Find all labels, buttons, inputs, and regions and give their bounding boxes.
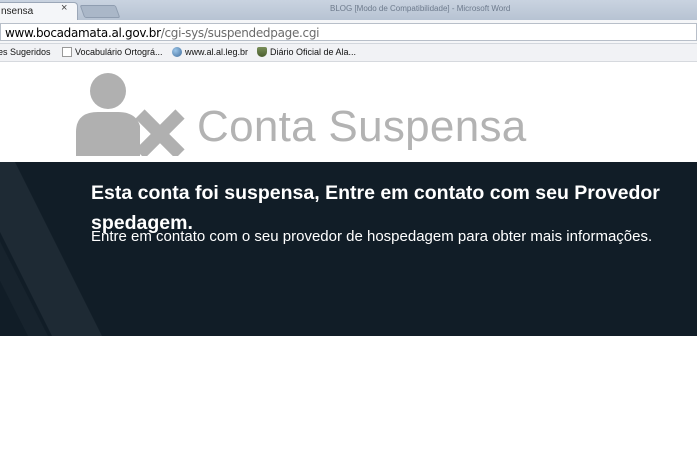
window-title: BLOG [Modo de Compatibilidade] - Microso… [330, 4, 511, 13]
bookmark-label: www.al.al.leg.br [185, 47, 249, 57]
bookmark-diario-oficial[interactable]: Diário Oficial de Ala... [257, 47, 356, 57]
tab-close-icon[interactable]: × [61, 2, 67, 14]
bookmarks-bar: es Sugeridos Vocabulário Ortográ... www.… [0, 44, 697, 62]
tab-strip: nsensa × BLOG [Modo de Compatibilidade] … [0, 0, 697, 20]
bookmark-suggested-sites[interactable]: es Sugeridos [0, 47, 51, 57]
address-bar: www.bocadamata.al.gov.br/cgi-sys/suspend… [0, 20, 697, 44]
page-icon [62, 47, 72, 57]
bookmark-vocabulario[interactable]: Vocabulário Ortográ... [62, 47, 163, 57]
globe-icon [172, 47, 182, 57]
user-suspended-icon [76, 73, 185, 156]
heading-line-1: Esta conta foi suspensa, Entre em contat… [91, 182, 660, 204]
suspension-banner: Esta conta foi suspensa, Entre em contat… [0, 162, 697, 336]
tab-title: nsensa [1, 6, 34, 17]
bookmark-label: Diário Oficial de Ala... [270, 47, 357, 57]
page-header: Conta Suspensa [0, 62, 697, 162]
bookmark-label: Vocabulário Ortográ... [75, 47, 163, 57]
url-host: www.bocadamata.al.gov.br [5, 26, 161, 40]
page-title: Conta Suspensa [197, 102, 527, 151]
new-tab-button[interactable] [79, 5, 121, 18]
bookmark-label: es Sugeridos [0, 47, 51, 57]
bookmark-al-leg[interactable]: www.al.al.leg.br [172, 47, 248, 57]
suspension-message: Entre em contato com o seu provedor de h… [91, 228, 653, 245]
url-path: /cgi-sys/suspendedpage.cgi [160, 26, 320, 40]
shield-icon [257, 47, 267, 57]
url-input[interactable]: www.bocadamata.al.gov.br/cgi-sys/suspend… [0, 23, 697, 41]
